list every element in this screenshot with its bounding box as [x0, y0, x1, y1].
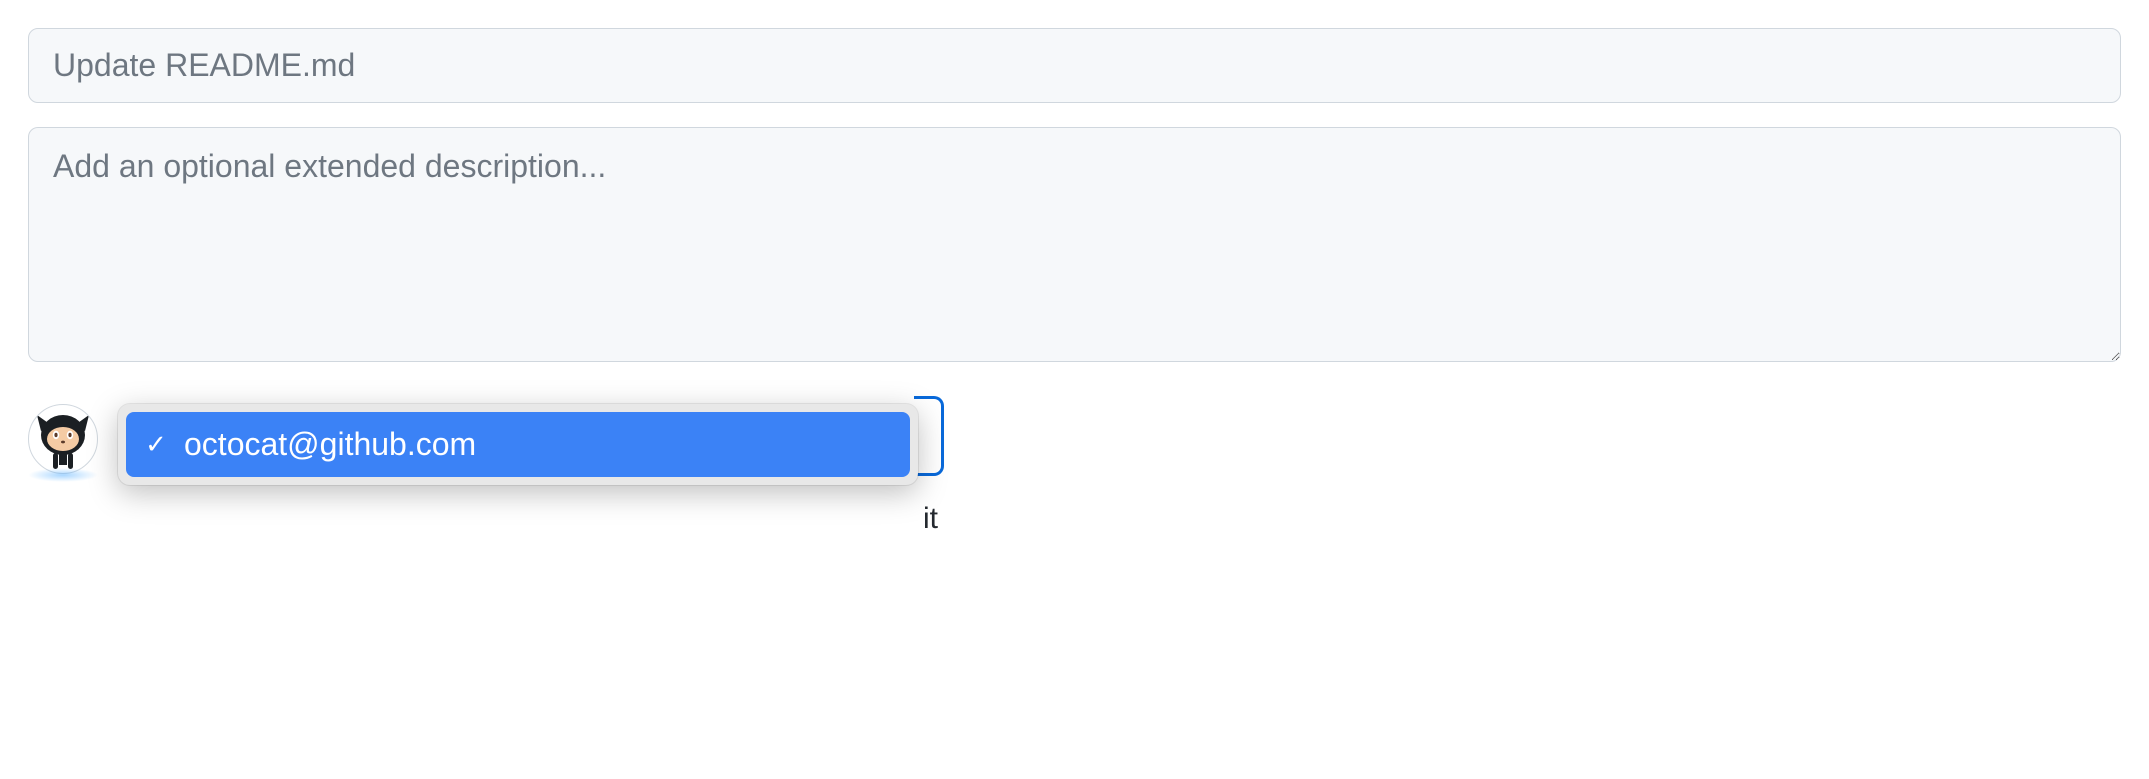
commit-summary-input[interactable]	[28, 28, 2121, 103]
octocat-icon	[31, 407, 95, 471]
author-avatar	[28, 404, 98, 474]
author-email-select[interactable]: ✓ octocat@github.com it	[118, 404, 918, 485]
author-email-dropdown-menu: ✓ octocat@github.com	[118, 404, 918, 485]
author-email-option-label: octocat@github.com	[184, 426, 476, 463]
check-icon: ✓	[144, 429, 168, 460]
author-email-option[interactable]: ✓ octocat@github.com	[126, 412, 910, 477]
select-focus-ring	[914, 396, 944, 476]
commit-form: ✓ octocat@github.com it	[28, 28, 2121, 485]
author-row: ✓ octocat@github.com it	[28, 404, 2121, 485]
avatar-shadow	[28, 468, 98, 482]
obscured-text-fragment: it	[923, 502, 938, 536]
commit-description-textarea[interactable]	[28, 127, 2121, 362]
